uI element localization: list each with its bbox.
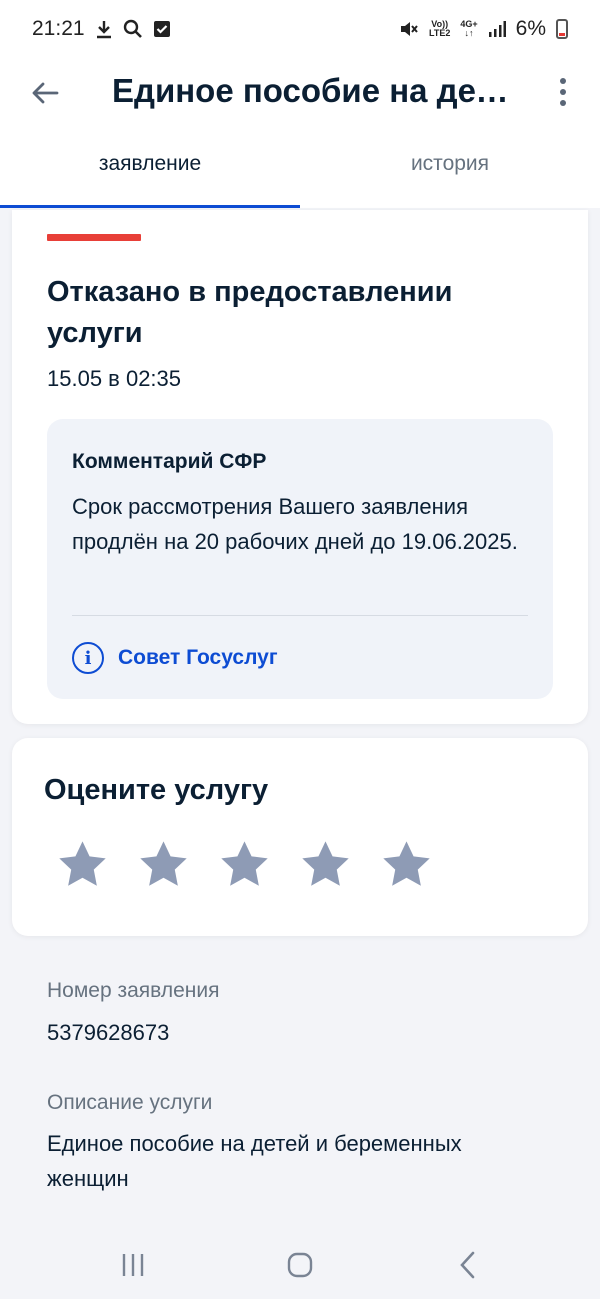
network-type: 4G+ ↓↑	[460, 20, 477, 38]
comment-box: Комментарий СФР Срок рассмотрения Вашего…	[47, 419, 553, 699]
back-button[interactable]	[26, 74, 64, 112]
home-icon	[287, 1252, 313, 1278]
tab-bar: заявление история	[0, 128, 600, 208]
advice-link[interactable]: i Совет Госуслуг	[72, 642, 278, 674]
volte-indicator: Vo)) LTE2	[429, 20, 450, 38]
lte-label: LTE2	[429, 28, 451, 38]
application-number-value: 5379628673	[47, 1020, 170, 1045]
star-icon-5[interactable]	[380, 838, 433, 891]
search-icon	[123, 19, 143, 39]
home-button[interactable]	[280, 1245, 320, 1285]
recent-apps-button[interactable]	[113, 1245, 153, 1285]
chevron-left-icon	[460, 1251, 475, 1279]
recent-apps-icon	[122, 1254, 144, 1276]
rating-title: Оцените услугу	[44, 774, 269, 806]
download-icon	[95, 19, 113, 39]
battery-icon	[556, 19, 568, 39]
comment-text: Срок рассмотрения Вашего заявления продл…	[72, 494, 518, 554]
system-nav-bar	[0, 1229, 600, 1299]
more-vertical-icon[interactable]	[548, 72, 578, 112]
advice-label: Совет Госуслуг	[118, 646, 278, 669]
star-icon-2[interactable]	[137, 838, 190, 891]
star-rating	[56, 838, 433, 891]
mute-icon	[399, 19, 419, 39]
data-arrows-icon: ↓↑	[464, 28, 474, 38]
status-bar-left: 21:21	[32, 17, 171, 41]
application-status-card: Отказано в предоставлении услуги 15.05 в…	[12, 210, 588, 724]
signal-icon	[488, 20, 506, 38]
divider	[72, 615, 528, 616]
status-time: 21:21	[32, 17, 85, 40]
service-description-label: Описание услуги	[47, 1091, 213, 1114]
tab-history[interactable]: история	[300, 128, 600, 208]
comment-title: Комментарий СФР	[72, 450, 267, 473]
page-title: Единое пособие на дет…	[112, 72, 522, 109]
service-description-value: Единое пособие на детей и беременных жен…	[47, 1131, 462, 1191]
star-icon-3[interactable]	[218, 838, 271, 891]
back-nav-button[interactable]	[448, 1245, 488, 1285]
status-indicator-bar	[47, 234, 141, 241]
tab-application[interactable]: заявление	[0, 128, 300, 208]
star-icon-1[interactable]	[56, 838, 109, 891]
status-date: 15.05 в 02:35	[47, 366, 182, 391]
star-icon-4[interactable]	[299, 838, 352, 891]
status-bar-right: Vo)) LTE2 4G+ ↓↑ 6%	[399, 17, 568, 41]
rating-card: Оцените услугу	[12, 738, 588, 936]
application-number-label: Номер заявления	[47, 979, 220, 1002]
app-bar: Единое пособие на дет…	[0, 58, 600, 128]
status-bar: 21:21 Vo)) LTE2 4G+ ↓↑ 6%	[0, 0, 600, 58]
checkbox-icon	[153, 20, 171, 38]
arrow-left-icon	[32, 82, 59, 104]
battery-percent: 6%	[515, 17, 546, 40]
info-icon: i	[72, 642, 104, 674]
status-title: Отказано в предоставлении услуги	[47, 276, 453, 349]
